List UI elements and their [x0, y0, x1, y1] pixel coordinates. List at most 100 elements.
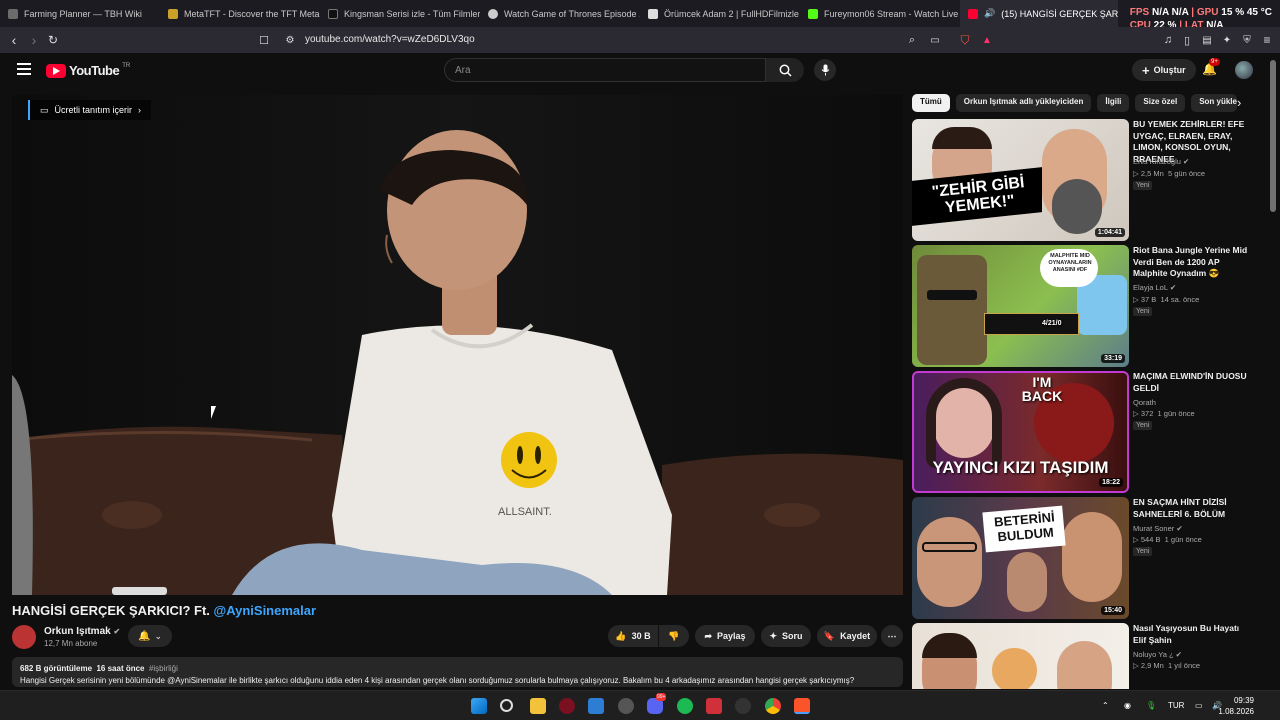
menu-icon[interactable]: ≡ [1257, 30, 1277, 50]
vpn-icon[interactable]: ⛨ [1237, 30, 1257, 50]
chip-related[interactable]: İlgili [1097, 94, 1130, 112]
page-scrollbar[interactable] [1270, 60, 1276, 212]
tab-active[interactable]: 🔊(15) HANGİSİ GERÇEK ŞARKI× [960, 0, 1118, 27]
chrome-icon[interactable] [765, 698, 781, 714]
url-input[interactable]: youtube.com/watch?v=wZeD6DLV3qo [305, 34, 475, 45]
save-button[interactable]: 🔖 Kaydet [817, 625, 877, 647]
search-icon[interactable] [766, 58, 804, 82]
tray-chevron-icon[interactable]: ⌃ [1102, 701, 1109, 710]
leo-icon[interactable]: ✦ [1217, 30, 1237, 50]
speaker-icon[interactable]: 🔊 [984, 8, 995, 19]
hamburger-menu-icon[interactable] [17, 63, 31, 75]
recommendation-channel[interactable]: Murat Soner ✔ [1133, 524, 1183, 533]
sidebar-icon[interactable]: ▯ [1177, 30, 1197, 50]
video-thumbnail[interactable]: I'M BACK YAYINCI KIZI TAŞIDIM 18:22 [912, 371, 1129, 493]
video-player[interactable]: ALLSAINT. [12, 95, 903, 595]
wallet-icon[interactable]: ▤ [1197, 30, 1217, 50]
discord-icon[interactable]: 99+ [647, 693, 667, 714]
cast-icon[interactable]: ▭ [925, 30, 945, 50]
spotify-icon[interactable] [677, 698, 693, 714]
recommendation-channel[interactable]: Enis Kirazoglu ✔ [1133, 157, 1189, 166]
channel-name-text: Orkun Işıtmak [44, 626, 111, 637]
recommendation-title[interactable]: Nasıl Yaşıyosun Bu Hayatı Elif Şahin [1133, 623, 1249, 646]
recommendation-channel[interactable]: Noluyo Ya ¿ ✔ [1133, 650, 1182, 659]
tab-label: Fureymon06 Stream - Watch Live o [824, 8, 960, 19]
recommendation-item[interactable]: "ZEHİR GİBİ YEMEK!" 1:04:41 BU YEMEK ZEH… [912, 119, 1268, 241]
settings-icon[interactable] [618, 698, 634, 714]
rec-age: 1 yıl önce [1167, 661, 1201, 670]
recommendation-channel[interactable]: Qorath [1133, 398, 1156, 407]
tab-0[interactable]: Farming Planner — TBH Wiki [0, 0, 160, 27]
brave-shield-icon[interactable]: ⛉ [955, 30, 975, 50]
hashtag-link[interactable]: #işbirliği [149, 664, 178, 673]
tab-1[interactable]: MetaTFT - Discover the TFT Meta w [160, 0, 320, 27]
brave-icon[interactable] [794, 698, 810, 714]
keyboard-language[interactable]: TUR [1168, 701, 1184, 710]
share-button[interactable]: ➦ Paylaş [695, 625, 755, 647]
dislike-button[interactable]: 👎 [659, 625, 689, 647]
youtube-favicon [968, 8, 978, 19]
chip-all[interactable]: Tümü [912, 94, 950, 112]
search-icon[interactable] [500, 699, 513, 712]
chips-next-icon[interactable]: › [1237, 95, 1241, 110]
duration-badge: 1:04:41 [1094, 228, 1125, 237]
tab-2[interactable]: Kingsman Serisi izle - Tüm Filmler | [320, 0, 480, 27]
more-actions-button[interactable]: ⋯ [881, 625, 903, 647]
video-thumbnail[interactable]: MALPHITE MID OYNAYANLARIN ANASINI #DF 4/… [912, 245, 1129, 367]
file-explorer-icon[interactable] [530, 698, 546, 714]
user-avatar[interactable] [1235, 61, 1253, 79]
video-thumbnail[interactable]: BETERİNİ BULDUM 15:40 [912, 497, 1129, 619]
site-info-icon[interactable]: ⚙ [280, 30, 300, 50]
title-mention-link[interactable]: @AyniSinemalar [214, 603, 317, 618]
brave-rewards-icon[interactable]: ▲ [977, 30, 997, 50]
tab-4[interactable]: Örümcek Adam 2 | FullHDFilmizle [640, 0, 800, 27]
tray-app-icon[interactable]: ◉ [1124, 701, 1131, 710]
back-icon[interactable]: ‹ [4, 30, 24, 50]
notifications-icon[interactable]: 🔔 9+ [1202, 58, 1220, 76]
store-icon[interactable] [588, 698, 604, 714]
youtube-logo[interactable]: YouTube TR [46, 63, 130, 78]
chip-from-uploader[interactable]: Orkun Işıtmak adlı yükleyiciden [955, 94, 1092, 112]
recommendation-title[interactable]: MAÇIMA ELWIND'İN DUOSU GELDİ [1133, 371, 1249, 394]
windows-start-icon[interactable] [471, 698, 487, 714]
paid-promotion-banner[interactable]: ▭ Ücretli tanıtım içerir › [28, 100, 152, 120]
like-button[interactable]: 👍 30 B [608, 625, 658, 647]
display-icon[interactable]: ▭ [1195, 701, 1203, 710]
rec-views: 2,5 Mn [1140, 169, 1164, 178]
tray-mic-icon[interactable]: 🎙 [1146, 701, 1156, 710]
recommendation-item[interactable]: MALPHITE MID OYNAYANLARIN ANASINI #DF 4/… [912, 245, 1268, 367]
media-icon[interactable]: ♫ [1158, 30, 1178, 50]
video-thumbnail[interactable] [912, 623, 1129, 689]
tab-label: Örümcek Adam 2 | FullHDFilmizle [664, 8, 799, 19]
recommendation-item[interactable]: BETERİNİ BULDUM 15:40 EN SAÇMA HİNT DİZİ… [912, 497, 1268, 619]
search-input[interactable]: Ara [444, 58, 766, 82]
channel-name[interactable]: Orkun Işıtmak ✔ [44, 626, 120, 637]
ask-button[interactable]: ✦ Soru [761, 625, 811, 647]
app-red-icon[interactable] [706, 698, 722, 714]
microphone-icon[interactable] [814, 59, 836, 81]
recommendation-item[interactable]: Nasıl Yaşıyosun Bu Hayatı Elif Şahin Nol… [912, 623, 1268, 689]
recommendation-item[interactable]: I'M BACK YAYINCI KIZI TAŞIDIM 18:22 MAÇI… [912, 371, 1268, 493]
forward-icon[interactable]: › [24, 30, 44, 50]
verified-icon: ✔ [1183, 157, 1190, 166]
tab-5[interactable]: Fureymon06 Stream - Watch Live o [800, 0, 960, 27]
chip-recently-uploaded[interactable]: Son yüklen [1191, 94, 1238, 112]
reload-icon[interactable]: ↻ [43, 30, 63, 50]
steam-icon[interactable] [735, 698, 751, 714]
recommendation-title[interactable]: EN SAÇMA HİNT DİZİSİ SAHNELERİ 6. BÖLÜM [1133, 497, 1249, 520]
description-box[interactable]: 682 B görüntüleme 16 saat önce #işbirliğ… [12, 657, 903, 687]
recommendation-channel[interactable]: Elayja LoL ✔ [1133, 283, 1176, 292]
recommendation-title[interactable]: Riot Bana Jungle Yerine Mid Verdi Ben de… [1133, 245, 1249, 280]
promotion-icon: ▭ [40, 104, 49, 115]
subscribed-bell-button[interactable]: 🔔 ⌄ [128, 625, 172, 647]
bookmark-icon[interactable]: ☐ [254, 30, 274, 50]
video-thumbnail[interactable]: "ZEHİR GİBİ YEMEK!" 1:04:41 [912, 119, 1129, 241]
channel-avatar[interactable] [12, 625, 36, 649]
create-button[interactable]: + Oluştur [1132, 59, 1196, 81]
zoom-icon[interactable]: ⌕ [902, 30, 922, 50]
game-app-icon[interactable] [559, 698, 575, 714]
tab-3[interactable]: Watch Game of Thrones Episode 1 [480, 0, 640, 27]
system-clock[interactable]: 09:39 1.08.2026 [1218, 695, 1254, 717]
chip-for-you[interactable]: Size özel [1135, 94, 1186, 112]
description-meta: 682 B görüntüleme 16 saat önce #işbirliğ… [20, 663, 895, 675]
